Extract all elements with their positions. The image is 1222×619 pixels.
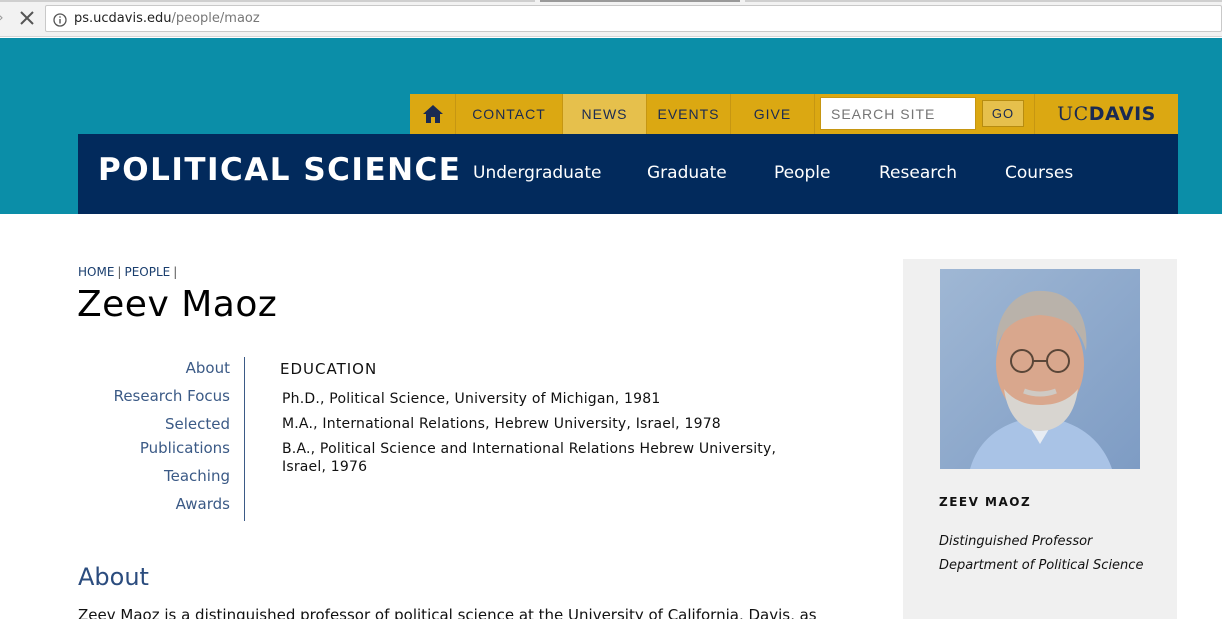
site-title[interactable]: POLITICAL SCIENCE [98, 152, 462, 188]
search-input[interactable] [820, 97, 976, 130]
tab-strip-edge [745, 0, 1222, 2]
url-domain: ps.ucdavis.edu [74, 11, 172, 26]
tab-selected-publications-line1[interactable]: Selected [78, 412, 230, 436]
news-link[interactable]: NEWS [563, 94, 647, 134]
home-button[interactable] [410, 94, 456, 134]
education-item: B.A., Political Science and Internationa… [282, 441, 777, 475]
profile-title: Distinguished Professor [939, 534, 1093, 549]
give-link[interactable]: GIVE [731, 94, 815, 134]
back-arrow-icon[interactable]: › [0, 10, 8, 26]
main-nav: POLITICAL SCIENCE Undergraduate Graduate… [78, 134, 1178, 214]
utility-nav: CONTACT NEWS EVENTS GIVE GO UCDAVIS [410, 94, 1178, 134]
nav-research[interactable]: Research [879, 163, 957, 183]
tab-research-focus[interactable]: Research Focus [78, 384, 230, 408]
url-text: ps.ucdavis.edu/people/maoz [74, 11, 260, 27]
logo-davis: DAVIS [1088, 103, 1156, 125]
education-heading: EDUCATION [280, 360, 378, 378]
nav-people[interactable]: People [774, 163, 830, 183]
profile-role: Distinguished Professor Department of Po… [939, 530, 1143, 578]
nav-courses[interactable]: Courses [1005, 163, 1073, 183]
url-path: /people/maoz [171, 11, 260, 26]
about-text: Zeev Maoz is a distinguished professor o… [78, 606, 817, 619]
education-list: Ph.D., Political Science, University of … [282, 390, 802, 483]
profile-name: ZEEV MAOZ [939, 495, 1032, 509]
profile-photo [940, 269, 1140, 469]
search-go-button[interactable]: GO [982, 100, 1024, 127]
breadcrumb-people[interactable]: PEOPLE [124, 265, 170, 279]
logo-uc: UC [1057, 103, 1089, 125]
ucdavis-logo[interactable]: UC DAVIS [1034, 94, 1178, 134]
events-link[interactable]: EVENTS [647, 94, 731, 134]
info-icon[interactable] [53, 12, 67, 27]
education-item: M.A., International Relations, Hebrew Un… [282, 416, 721, 432]
profile-tabs: About Research Focus Selected Publicatio… [78, 356, 230, 520]
breadcrumb-home[interactable]: HOME [78, 265, 114, 279]
about-heading: About [78, 563, 149, 591]
tab-selected-publications-line2[interactable]: Publications [78, 436, 230, 460]
home-icon [422, 105, 443, 123]
tabs-divider [244, 357, 245, 521]
browser-toolbar: › ps.ucdavis.edu/people/maoz [0, 0, 1222, 37]
profile-department: Department of Political Science [939, 558, 1144, 573]
breadcrumb-separator: | [117, 265, 122, 279]
nav-graduate[interactable]: Graduate [647, 163, 727, 183]
tab-strip-edge [0, 0, 535, 2]
tab-strip-edge [540, 0, 740, 2]
tab-teaching[interactable]: Teaching [78, 464, 230, 488]
breadcrumb: HOME | PEOPLE | [78, 265, 180, 279]
tab-awards[interactable]: Awards [78, 492, 230, 516]
close-icon[interactable] [18, 9, 36, 27]
breadcrumb-separator: | [173, 265, 178, 279]
contact-link[interactable]: CONTACT [456, 94, 563, 134]
profile-card: ZEEV MAOZ Distinguished Professor Depart… [903, 259, 1177, 619]
address-bar[interactable]: ps.ucdavis.edu/people/maoz [45, 5, 1222, 32]
page-title: Zeev Maoz [77, 284, 278, 325]
tab-about[interactable]: About [78, 356, 230, 380]
education-item: Ph.D., Political Science, University of … [282, 391, 661, 407]
nav-undergraduate[interactable]: Undergraduate [473, 163, 601, 183]
